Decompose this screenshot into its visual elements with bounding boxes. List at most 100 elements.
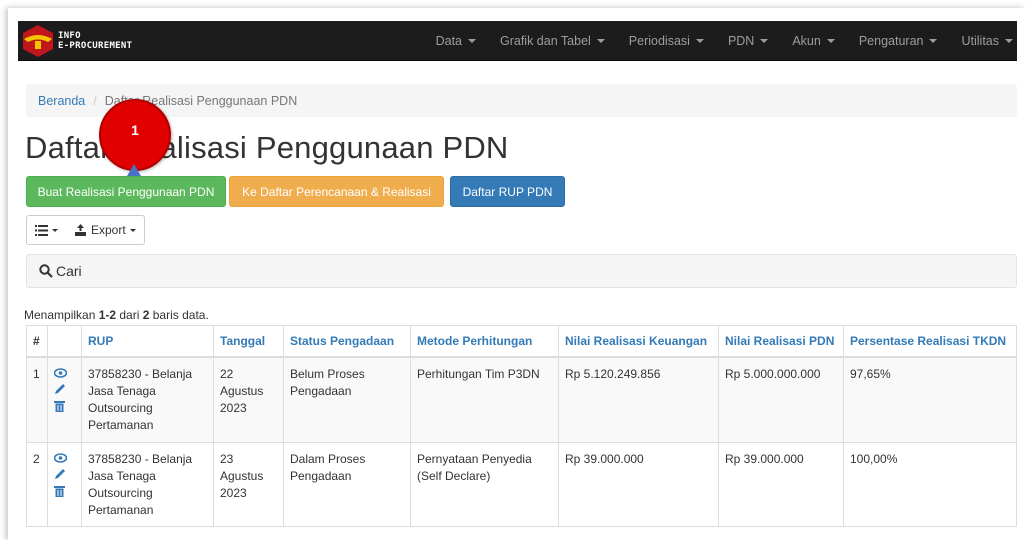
columns-toggle-button[interactable] [26,215,66,245]
column-header-rup[interactable]: RUP [81,325,214,358]
column-header-tanggal[interactable]: Tanggal [213,325,284,358]
nav-item-periodisasi[interactable]: Periodisasi [617,34,716,48]
callout-number: 1 [131,122,139,138]
caret-down-icon [760,39,769,43]
table-header-row: # RUP Tanggal Status Pengadaan Metode Pe… [26,325,1017,358]
rup-line: Jasa Tenaga [88,383,156,398]
breadcrumb-separator: / [93,93,97,108]
view-icon[interactable] [53,451,75,468]
search-icon [39,264,53,278]
step-callout-badge: 1 [99,99,171,171]
delete-trash-icon[interactable] [54,400,75,417]
tanggal-cell: 22 Agustus 2023 [213,356,284,443]
brand-line2: E-PROCUREMENT [58,41,133,51]
status-line: Pengadaan [290,469,352,483]
status-line: Belum Proses [290,366,365,381]
caret-down-icon [596,39,605,43]
action-buttons: Buat Realisasi Penggunaan PDN Ke Daftar … [26,176,568,207]
nav-item-label: Pengaturan [858,34,924,48]
table-row: 2 37858230 - Belanja Jasa Tenaga Outsour… [26,442,1017,527]
callout-pointer-arrow-icon [127,164,141,176]
nav-item-label: Grafik dan Tabel [500,34,591,48]
view-icon[interactable] [53,366,75,383]
nav-item-grafik-dan-tabel[interactable]: Grafik dan Tabel [488,34,617,48]
status-cell: Dalam Proses Pengadaan [283,442,411,527]
date-day: 22 [220,366,234,381]
rup-line: Outsourcing [88,486,153,500]
column-header-nilai-pdn[interactable]: Nilai Realisasi PDN [718,325,844,358]
tanggal-cell: 23 Agustus 2023 [213,442,284,527]
nav-item-pdn[interactable]: PDN [716,34,780,48]
row-actions [47,356,82,443]
rup-cell: 37858230 - Belanja Jasa Tenaga Outsourci… [81,356,214,443]
column-header-metode[interactable]: Metode Perhitungan [410,325,559,358]
caret-down-icon [695,39,704,43]
rup-line: Pertamanan [88,417,154,432]
nav-item-data[interactable]: Data [424,34,488,48]
export-button[interactable]: Export [66,215,145,245]
column-header-persentase-tkdn[interactable]: Persentase Realisasi TKDN [843,325,1017,358]
realisasi-table: # RUP Tanggal Status Pengadaan Metode Pe… [26,325,1017,527]
caret-down-icon [929,39,938,43]
nav-item-pengaturan[interactable]: Pengaturan [847,34,950,48]
edit-pencil-icon[interactable] [54,383,75,400]
search-label: Cari [56,263,82,279]
metode-line: Pernyataan Penyedia [417,452,532,466]
brand-line1: INFO [58,31,81,41]
export-icon [75,224,86,236]
column-header-actions [47,325,82,358]
date-month: Agustus [220,469,264,483]
rup-pdn-list-button[interactable]: Daftar RUP PDN [450,176,565,207]
breadcrumb: Beranda / Daftar Realisasi Penggunaan PD… [26,84,1017,117]
nav-menu: Data Grafik dan Tabel Periodisasi PDN Ak… [424,21,1017,61]
metode-line: (Self Declare) [417,469,491,483]
brand-text: INFO E-PROCUREMENT [58,31,132,51]
status-line: Dalam Proses [290,452,366,466]
page-title: Daftar Realisasi Penggunaan PDN [25,130,509,165]
column-header-status[interactable]: Status Pengadaan [283,325,411,358]
nilai-keuangan-cell: Rp 5.120.249.856 [558,356,719,443]
top-navbar: INFO E-PROCUREMENT Data Grafik dan Tabel… [18,21,1017,61]
table-toolbar: Export [26,215,145,245]
nav-item-label: Data [435,34,462,48]
rup-line: Pertamanan [88,503,154,517]
nav-item-akun[interactable]: Akun [780,34,847,48]
export-label: Export [91,223,126,237]
nav-item-label: Periodisasi [628,34,690,48]
row-actions [47,442,82,527]
nav-item-label: Utilitas [961,34,999,48]
create-realisasi-button[interactable]: Buat Realisasi Penggunaan PDN [26,176,226,207]
delete-trash-icon[interactable] [54,485,75,502]
metode-line: Perhitungan Tim P3DN [417,366,540,381]
nav-item-label: PDN [727,34,755,48]
nilai-pdn-cell: Rp 39.000.000 [718,442,844,527]
rup-line: Jasa Tenaga [88,469,156,483]
caret-down-icon [52,228,58,232]
caret-down-icon [129,228,136,232]
edit-pencil-icon[interactable] [54,468,75,485]
table-summary: Menampilkan 1-2 dari 2 baris data. [24,308,209,322]
metode-cell: Pernyataan Penyedia (Self Declare) [410,442,559,527]
caret-down-icon [468,39,476,43]
summary-suffix: baris data. [149,308,209,322]
brand-logo[interactable]: INFO E-PROCUREMENT [20,21,132,61]
column-header-number: # [26,325,48,358]
persentase-tkdn-cell: 97,65% [843,356,1017,443]
garuda-logo-icon [20,23,56,59]
row-number: 1 [26,356,48,443]
search-panel[interactable]: Cari [26,254,1017,288]
date-month: Agustus [220,383,264,398]
summary-prefix: Menampilkan [24,308,99,322]
summary-range: 1-2 [98,308,117,322]
nav-item-label: Akun [792,34,821,48]
column-header-nilai-keuangan[interactable]: Nilai Realisasi Keuangan [558,325,719,358]
date-day: 23 [220,452,234,466]
to-plan-list-button[interactable]: Ke Daftar Perencanaan & Realisasi [229,176,444,207]
rup-line: 37858230 - Belanja [88,452,193,466]
breadcrumb-home-link[interactable]: Beranda [38,94,85,108]
status-cell: Belum Proses Pengadaan [283,356,411,443]
nav-item-utilitas[interactable]: Utilitas [949,34,1017,48]
metode-cell: Perhitungan Tim P3DN [410,356,559,443]
date-year: 2023 [220,486,247,500]
rup-line: Outsourcing [88,400,153,415]
